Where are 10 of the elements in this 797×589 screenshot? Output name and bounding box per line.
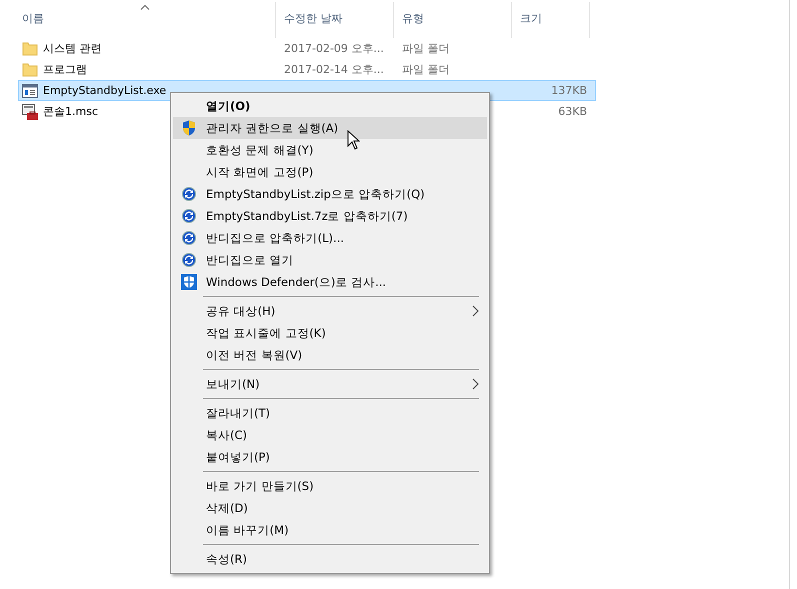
modified-date: 2017-02-09 오후... (284, 42, 384, 55)
file-name: 콘솔1.msc (43, 104, 98, 119)
file-type: 파일 폴더 (402, 42, 450, 55)
modified-date: 2017-02-14 오후... (284, 63, 384, 76)
file-name: 프로그램 (43, 62, 87, 77)
file-name: 시스템 관련 (43, 41, 102, 56)
file-type: 파일 폴더 (402, 63, 450, 76)
file-size: 63KB (558, 105, 587, 118)
file-name: EmptyStandbyList.exe (43, 84, 166, 97)
file-size: 137KB (551, 84, 587, 97)
